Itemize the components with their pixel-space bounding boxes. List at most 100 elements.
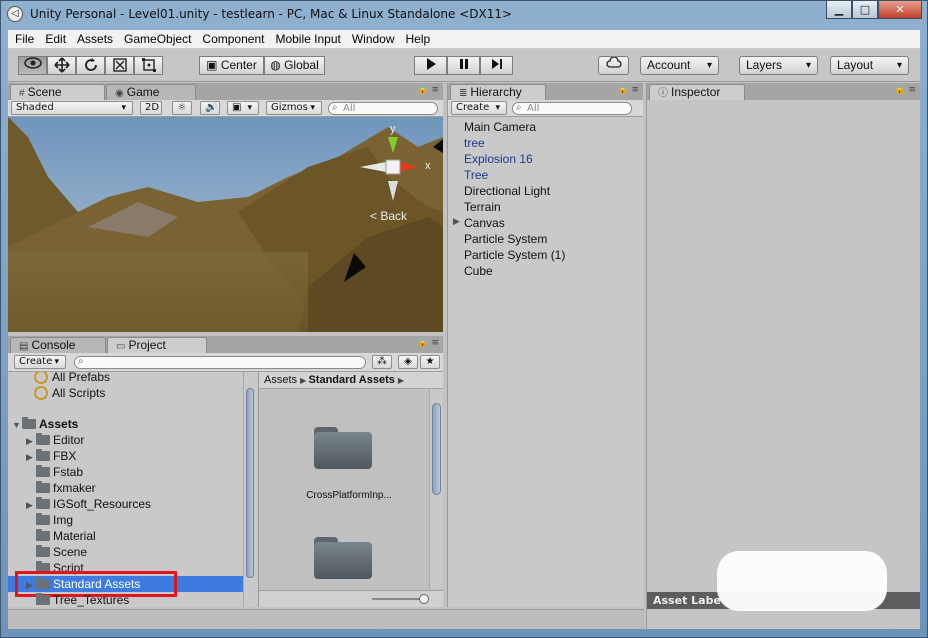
view-tool-button[interactable] <box>18 56 47 75</box>
effects-dropdown[interactable]: ▣ <box>227 101 259 115</box>
tree-assets-root[interactable]: ▼ Assets <box>8 416 243 432</box>
favorite-item[interactable]: All Prefabs <box>8 372 243 385</box>
expand-arrow-icon[interactable]: ▶ <box>453 217 460 227</box>
tree-folder-label: Tree_Textures <box>53 593 130 607</box>
gizmo-x-label: x <box>425 160 431 172</box>
asset-labels-text: Asset Labe <box>653 594 721 607</box>
gizmo-back-label[interactable]: < Back <box>370 209 407 223</box>
scene-viewport[interactable]: y x < Back <box>8 117 443 332</box>
filter-by-label-button[interactable]: ◈ <box>398 355 418 369</box>
menu-assets[interactable]: Assets <box>74 32 121 46</box>
second-folder-icon[interactable] <box>314 537 372 579</box>
hierarchy-item[interactable]: Canvas <box>464 216 505 230</box>
zoom-slider-handle[interactable] <box>419 594 429 604</box>
speaker-icon: 🔊 <box>205 102 218 113</box>
shading-dropdown[interactable]: Shaded <box>11 101 133 115</box>
breadcrumb-assets[interactable]: Assets <box>264 374 297 386</box>
layout-dropdown[interactable]: Layout <box>830 56 909 75</box>
tree-scrollbar[interactable] <box>243 372 256 607</box>
tree-folder-item[interactable]: ▶ IGSoft_Resources <box>8 496 243 512</box>
hierarchy-item[interactable]: Explosion 16 <box>464 152 533 166</box>
pause-button[interactable] <box>447 56 480 75</box>
hierarchy-item[interactable]: Terrain <box>464 200 501 214</box>
hierarchy-item[interactable]: Particle System (1) <box>464 248 565 262</box>
audio-toggle[interactable]: 🔊 <box>200 101 220 115</box>
hierarchy-toolbar: Create All <box>448 100 643 117</box>
play-button[interactable] <box>414 56 447 75</box>
menu-help[interactable]: Help <box>403 32 439 46</box>
project-search-input[interactable] <box>74 356 366 369</box>
tree-folder-item[interactable]: ▶ FBX <box>8 448 243 464</box>
hierarchy-item[interactable]: Main Camera <box>464 120 536 134</box>
rect-tool-button[interactable] <box>134 56 163 75</box>
zoom-slider-track[interactable] <box>372 598 424 600</box>
rect-icon <box>141 58 156 72</box>
tree-folder-item[interactable]: ▶ Editor <box>8 432 243 448</box>
tree-folder-item[interactable]: Scene <box>8 544 243 560</box>
menu-edit[interactable]: Edit <box>42 32 74 46</box>
layers-dropdown[interactable]: Layers <box>739 56 818 75</box>
cloud-button[interactable] <box>598 56 629 75</box>
tab-inspector[interactable]: ⓘ Inspector <box>649 84 745 100</box>
menu-mobile-input[interactable]: Mobile Input <box>272 32 348 46</box>
move-tool-button[interactable] <box>47 56 76 75</box>
hierarchy-menu-icon[interactable]: 🔒 ≡ <box>617 85 639 95</box>
scene-search-input[interactable]: All <box>328 102 438 115</box>
pivot-mode-button[interactable]: ▣ Center <box>199 56 264 75</box>
filter-by-type-button[interactable]: ⁂ <box>372 355 392 369</box>
space-mode-button[interactable]: ◍ Global <box>264 56 325 75</box>
step-button[interactable] <box>480 56 513 75</box>
maximize-button[interactable]: □ <box>852 0 878 19</box>
tab-console[interactable]: ▤ Console <box>10 337 106 353</box>
tab-game[interactable]: ◉ Game <box>106 84 196 100</box>
favorite-item[interactable]: All Scripts <box>8 385 243 401</box>
account-dropdown[interactable]: Account <box>640 56 719 75</box>
hierarchy-item[interactable]: Cube <box>464 264 493 278</box>
breadcrumb-standard-assets[interactable]: Standard Assets <box>308 374 394 386</box>
asset-scrollbar[interactable] <box>429 389 443 589</box>
tree-folder-item[interactable]: Fstab <box>8 464 243 480</box>
lighting-toggle[interactable]: ☼ <box>172 101 192 115</box>
menu-window[interactable]: Window <box>349 32 403 46</box>
project-tabstrip: ▤ Console ▭ Project 🔒 ≡ <box>8 336 443 353</box>
close-button[interactable]: ✕ <box>878 0 922 19</box>
title-bar[interactable]: ◁ Unity Personal - Level01.unity - testl… <box>0 0 928 30</box>
menu-component[interactable]: Component <box>199 32 272 46</box>
tab-hierarchy[interactable]: ≣ Hierarchy <box>450 84 546 100</box>
2d-toggle[interactable]: 2D <box>140 101 162 115</box>
hierarchy-create-dropdown[interactable]: Create <box>451 101 507 115</box>
favorite-label: All Prefabs <box>52 372 111 384</box>
tree-scrollbar-thumb[interactable] <box>246 388 254 578</box>
crossplatform-folder-label[interactable]: CrossPlatformInp... <box>279 490 419 501</box>
hierarchy-item[interactable]: Directional Light <box>464 184 550 198</box>
hierarchy-search-input[interactable]: All <box>512 102 632 115</box>
project-menu-icon[interactable]: 🔒 ≡ <box>417 338 439 348</box>
expand-arrow-icon[interactable]: ▶ <box>26 433 36 449</box>
project-create-dropdown[interactable]: Create <box>14 355 66 369</box>
rotate-tool-button[interactable] <box>76 56 105 75</box>
tree-folder-item[interactable]: Material <box>8 528 243 544</box>
tab-hierarchy-label: Hierarchy <box>470 85 522 99</box>
collapse-arrow-icon[interactable]: ▼ <box>12 417 22 433</box>
tab-scene[interactable]: # Scene <box>10 84 105 100</box>
image-icon: ▣ <box>232 102 242 113</box>
hierarchy-item[interactable]: Tree <box>464 168 488 182</box>
gizmos-dropdown[interactable]: Gizmos <box>266 101 322 115</box>
crossplatform-folder-icon[interactable] <box>314 427 372 469</box>
tree-folder-item[interactable]: fxmaker <box>8 480 243 496</box>
menu-gameobject[interactable]: GameObject <box>121 32 199 46</box>
menu-file[interactable]: File <box>12 32 42 46</box>
inspector-menu-icon[interactable]: 🔒 ≡ <box>894 85 916 95</box>
tree-folder-item[interactable]: Img <box>8 512 243 528</box>
panel-menu-icon[interactable]: 🔒 ≡ <box>417 85 439 95</box>
asset-scrollbar-thumb[interactable] <box>432 403 441 495</box>
scale-tool-button[interactable] <box>105 56 134 75</box>
minimize-button[interactable]: ▁ <box>826 0 852 19</box>
expand-arrow-icon[interactable]: ▶ <box>26 497 36 513</box>
hierarchy-item[interactable]: Particle System <box>464 232 547 246</box>
tree-folder-item[interactable]: Tree_Textures <box>8 592 243 607</box>
tab-project[interactable]: ▭ Project <box>107 337 207 353</box>
hierarchy-item[interactable]: tree <box>464 136 485 150</box>
expand-arrow-icon[interactable]: ▶ <box>26 449 36 465</box>
favorites-button[interactable]: ★ <box>420 355 440 369</box>
